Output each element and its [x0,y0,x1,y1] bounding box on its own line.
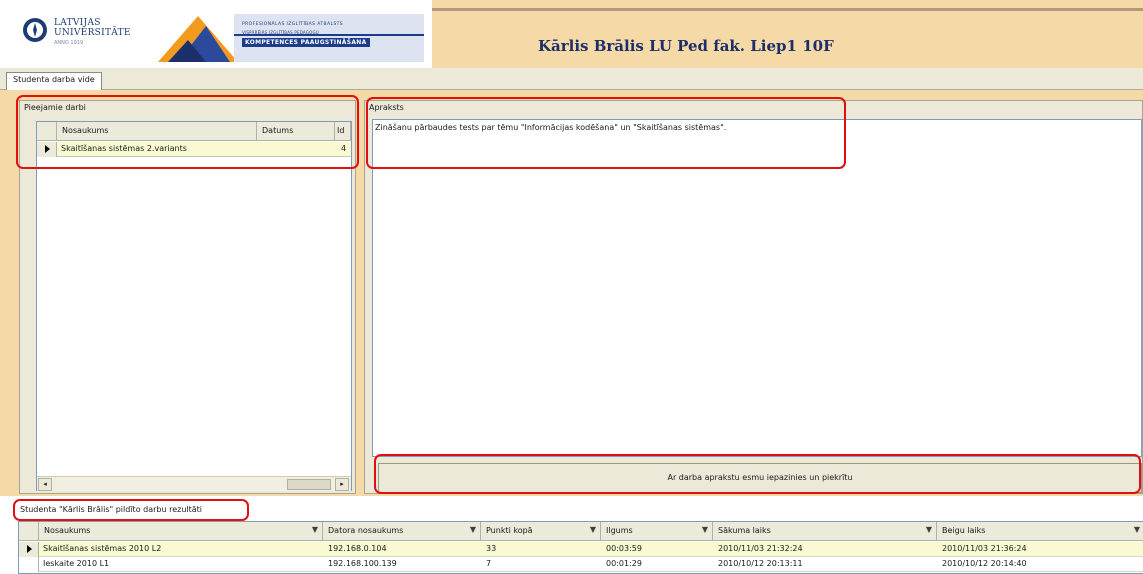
column-header-name[interactable]: Nosaukums ▼ [39,522,323,541]
university-founded: ANNO 1919 [54,40,84,46]
cell-end-time: 2010/11/03 21:36:24 [942,544,1027,553]
description-text: Zināšanu pārbaudes tests par tēmu "Infor… [375,123,727,132]
row-selector[interactable] [19,557,39,572]
table-row[interactable]: Skaitīšanas sistēmas 2010 L2 192.168.0.1… [19,542,1143,557]
cell-work-id: 4 [341,144,347,153]
cell-computer: 192.168.100.139 [328,559,397,568]
column-header-points[interactable]: Punkti kopā ▼ [481,522,601,541]
filter-icon[interactable]: ▼ [312,525,318,534]
current-row-arrow-icon [45,145,50,153]
column-header-name[interactable]: Nosaukums [57,122,257,141]
table-row[interactable]: Ieskaite 2010 L1 192.168.100.139 7 00:01… [19,557,1143,572]
column-header-end-time[interactable]: Beigu laiks ▼ [937,522,1143,541]
column-header-computer[interactable]: Datora nosaukums ▼ [323,522,481,541]
cell-start-time: 2010/11/03 21:32:24 [718,544,803,553]
column-header-start-time-label: Sākuma laiks [718,526,771,535]
column-header-points-label: Punkti kopā [486,526,533,535]
university-name-line2: UNIVERSITĀTE [54,28,131,38]
description-panel: Apraksts Zināšanu pārbaudes tests par tē… [364,100,1143,494]
university-name-line1: LATVIJAS [54,18,101,28]
horizontal-scrollbar[interactable]: ◂ ▸ [37,476,351,491]
app-header: LATVIJAS UNIVERSITĀTE ANNO 1919 PROFESIO… [0,0,1143,68]
project-logo-icon [158,16,238,62]
project-name-line3: KOMPETENCES PAAUGSTINĀŠANA [242,38,370,47]
cell-name: Ieskaite 2010 L1 [43,559,110,568]
table-row[interactable]: Skaitīšanas sistēmas 2.variants 4 [37,142,351,157]
project-name-line2: VISPĀRĒJĀS IZGLĪTĪBAS PEDAGOGU [242,30,319,35]
cell-duration: 00:01:29 [606,559,642,568]
cell-end-time: 2010/10/12 20:14:40 [942,559,1027,568]
filter-icon[interactable]: ▼ [1134,525,1140,534]
column-header-end-time-label: Beigu laiks [942,526,986,535]
main-area: Pieejamie darbi Nosaukums Datums Id Skai… [0,90,1143,496]
cell-name: Skaitīšanas sistēmas 2010 L2 [43,544,162,553]
current-row-arrow-icon [27,545,32,553]
filter-icon[interactable]: ▼ [702,525,708,534]
filter-icon[interactable]: ▼ [590,525,596,534]
cell-start-time: 2010/10/12 20:13:11 [718,559,803,568]
row-selector[interactable] [19,542,39,557]
column-header-date[interactable]: Datums [257,122,335,141]
cell-duration: 00:03:59 [606,544,642,553]
confirm-button[interactable]: Ar darba aprakstu esmu iepazinies un pie… [378,463,1142,493]
project-name-line1: PROFESIONĀLAS IZGLĪTĪBAS ATBALSTS [242,22,344,27]
column-header-id[interactable]: Id [335,122,351,141]
page-title: Kārlis Brālis LU Ped fak. Liep1 10F [538,37,834,55]
cell-work-name: Skaitīšanas sistēmas 2.variants [61,144,187,153]
column-header-computer-label: Datora nosaukums [328,526,404,535]
cell-points: 33 [486,544,497,553]
scrollbar-thumb[interactable] [287,479,331,490]
filter-icon[interactable]: ▼ [470,525,476,534]
cell-computer: 192.168.0.104 [328,544,387,553]
results-title: Studenta "Kārlis Brālis" pildīto darbu r… [20,505,203,514]
row-header-corner [37,122,57,141]
logo-area: LATVIJAS UNIVERSITĀTE ANNO 1919 PROFESIO… [0,0,432,68]
column-header-start-time[interactable]: Sākuma laiks ▼ [713,522,937,541]
available-works-title: Pieejamie darbi [24,103,86,112]
university-seal-icon [23,18,47,42]
column-header-duration-label: Ilgums [606,526,633,535]
description-title: Apraksts [369,103,404,112]
scroll-right-icon[interactable]: ▸ [335,478,349,491]
tab-strip: Studenta darba vide [0,68,1143,90]
filter-icon[interactable]: ▼ [926,525,932,534]
available-works-grid: Nosaukums Datums Id Skaitīšanas sistēmas… [36,121,352,491]
column-header-duration[interactable]: Ilgums ▼ [601,522,713,541]
description-textbox[interactable]: Zināšanu pārbaudes tests par tēmu "Infor… [372,119,1142,457]
cell-points: 7 [486,559,492,568]
row-header-corner [19,522,39,541]
column-header-name-label: Nosaukums [44,526,91,535]
tab-student-workspace[interactable]: Studenta darba vide [6,72,102,90]
header-divider [430,8,1143,11]
scroll-left-icon[interactable]: ◂ [38,478,52,491]
results-grid: Nosaukums ▼ Datora nosaukums ▼ Punkti kopā… [18,521,1143,574]
available-works-panel: Pieejamie darbi Nosaukums Datums Id Skai… [19,100,356,494]
row-selector[interactable] [37,142,57,157]
